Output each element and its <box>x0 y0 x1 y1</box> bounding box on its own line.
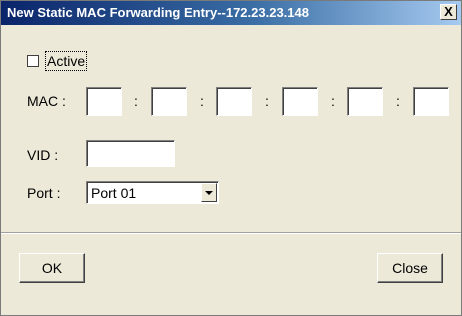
divider <box>1 232 461 234</box>
mac-label: MAC : <box>27 93 66 109</box>
mac-separator: : <box>265 93 269 109</box>
mac-separator: : <box>396 93 400 109</box>
active-label[interactable]: Active <box>45 51 88 71</box>
close-icon[interactable]: X <box>440 4 457 20</box>
vid-label: VID : <box>27 147 59 163</box>
port-select-value: Port 01 <box>91 185 137 201</box>
active-checkbox[interactable] <box>27 55 39 67</box>
vid-input[interactable] <box>86 140 175 167</box>
mac-octet-2-input[interactable] <box>151 87 187 116</box>
mac-separator: : <box>331 93 335 109</box>
port-select[interactable]: Port 01 <box>86 181 219 204</box>
mac-separator: : <box>134 93 138 109</box>
chevron-down-icon[interactable] <box>201 183 217 202</box>
window-title: New Static MAC Forwarding Entry--172.23.… <box>7 5 309 20</box>
mac-octet-1-input[interactable] <box>86 87 122 116</box>
ok-button[interactable]: OK <box>19 253 85 283</box>
mac-octet-3-input[interactable] <box>216 87 252 116</box>
mac-octet-6-input[interactable] <box>413 87 449 116</box>
mac-entry-dialog: New Static MAC Forwarding Entry--172.23.… <box>0 0 462 316</box>
mac-separator: : <box>200 93 204 109</box>
mac-octet-4-input[interactable] <box>282 87 318 116</box>
title-bar[interactable]: New Static MAC Forwarding Entry--172.23.… <box>1 1 461 25</box>
port-label: Port : <box>27 185 61 201</box>
mac-octet-5-input[interactable] <box>347 87 383 116</box>
close-button[interactable]: Close <box>377 253 443 283</box>
